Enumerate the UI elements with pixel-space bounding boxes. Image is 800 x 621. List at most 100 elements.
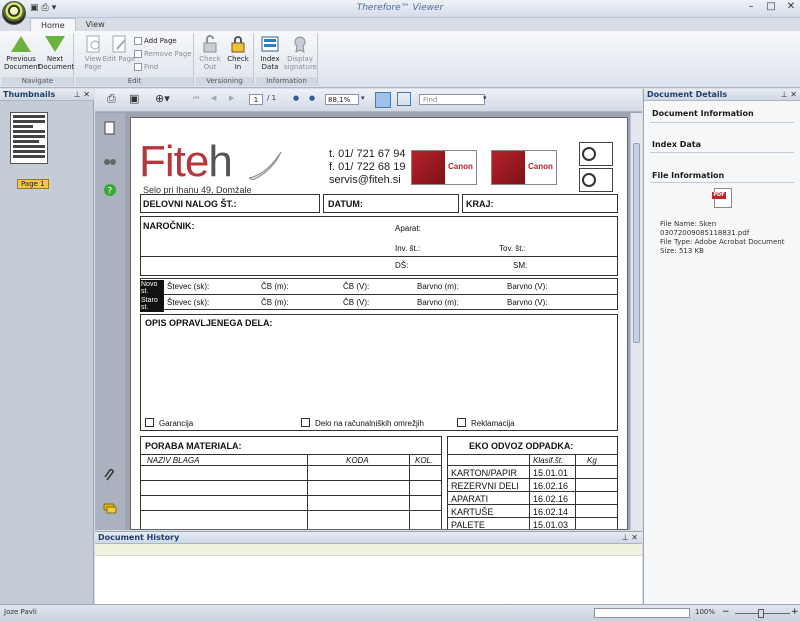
zoom-level-input[interactable]: 88,1% — [325, 94, 359, 105]
zoom-out-icon[interactable]: − — [722, 607, 730, 617]
file-name-value: 03072009085118831.pdf — [660, 229, 750, 237]
table-row: 15.01.01 — [533, 468, 569, 478]
zoom-out-icon[interactable]: ● — [293, 94, 299, 102]
page-thumbnail[interactable] — [10, 112, 48, 164]
find-input[interactable]: Find — [419, 94, 485, 105]
table-row: APARATI — [451, 494, 489, 504]
page-thumbnail-label[interactable]: Page 1 — [17, 179, 49, 189]
pin-close-icons[interactable]: ⊥ ✕ — [781, 89, 797, 101]
edit-group: View Page Edit Page Add Page Remove Page… — [76, 33, 194, 86]
view-page-icon — [86, 35, 100, 53]
check-out-button[interactable]: Check Out — [196, 35, 224, 71]
zoom-in-icon[interactable]: + — [791, 607, 799, 617]
pdf-file-icon[interactable]: PDF — [712, 188, 732, 208]
work-order-label: DELOVNI NALOG ŠT.: — [143, 199, 237, 209]
page-total: / 1 — [267, 94, 277, 102]
thumbnails-panel: Thumbnails ⊥ ✕ Page 1 — [0, 89, 94, 604]
page-curl-icon — [249, 152, 282, 180]
edit-page-icon — [112, 35, 126, 53]
iso-certificate-icon-2 — [579, 168, 613, 192]
viewer-scrollbar[interactable] — [630, 113, 642, 530]
tab-home[interactable]: Home — [30, 18, 76, 32]
document-history-panel: Document History ⊥ ✕ — [95, 531, 642, 604]
print-icon[interactable]: ⎙ — [107, 92, 116, 106]
document-history-header: Document History ⊥ ✕ — [95, 532, 642, 544]
complaint-checkbox[interactable] — [457, 418, 466, 427]
viewer-toolbar: ⎙ ▣ ⊕▾ ⏮ ◀ ▶ 1 / 1 ● ● 88,1% ▾ Find ▾ — [95, 89, 642, 112]
file-information-section[interactable]: File Information — [652, 171, 724, 180]
warranty-checkbox[interactable] — [145, 418, 154, 427]
index-data-section[interactable]: Index Data — [652, 140, 701, 149]
help-icon[interactable]: ? — [103, 183, 117, 197]
comments-icon[interactable] — [103, 501, 117, 515]
inventory-label: Inv. št.: — [395, 244, 421, 253]
next-document-button[interactable]: Next Document — [38, 35, 74, 71]
previous-page-icon[interactable]: ◀ — [211, 94, 216, 102]
attachment-icon[interactable] — [103, 468, 117, 482]
tab-view[interactable]: View — [76, 18, 115, 32]
lock-open-icon — [203, 35, 217, 53]
arrow-down-icon — [45, 36, 65, 52]
binoculars-icon[interactable] — [103, 153, 117, 167]
file-name-label: File Name: Sken — [660, 220, 717, 228]
zoom-tool-icon[interactable]: ⊕▾ — [155, 92, 170, 105]
remove-page-button[interactable]: Remove Page — [134, 50, 192, 58]
viewer-side-rail: ? — [95, 113, 125, 530]
check-in-button[interactable]: Check In — [224, 35, 252, 71]
progress-bar — [594, 608, 690, 618]
new-counter-tag: Novo st. — [140, 280, 164, 296]
fit-page-icon[interactable] — [397, 92, 411, 106]
add-page-button[interactable]: Add Page — [134, 37, 177, 45]
find-dropdown-icon[interactable]: ▾ — [483, 94, 487, 102]
app-menu-button[interactable] — [2, 1, 26, 25]
network-work-label: Delo na računalniških omrežjih — [315, 419, 424, 428]
save-icon[interactable]: ▣ — [129, 92, 139, 105]
index-data-button[interactable]: Index Data — [256, 35, 284, 71]
minimize-button[interactable]: – — [744, 1, 758, 12]
network-work-checkbox[interactable] — [301, 418, 310, 427]
zoom-slider-knob[interactable] — [758, 609, 764, 618]
window-title: Therefore™ Viewer — [356, 3, 444, 13]
canon-certified-badge: Canon — [411, 150, 477, 185]
quantity-header: KOL. — [415, 456, 434, 465]
close-button[interactable]: ✕ — [784, 1, 798, 12]
company-contacts: t. 01/ 721 67 94 f. 01/ 722 68 19 servis… — [329, 148, 406, 186]
arrow-up-icon — [11, 36, 31, 52]
next-page-icon[interactable]: ▶ — [229, 94, 234, 102]
classification-header: Klasif.št. — [533, 456, 564, 465]
remove-page-icon — [134, 50, 142, 58]
find-button[interactable]: Find — [134, 63, 158, 71]
device-label: Aparat: — [395, 224, 421, 233]
pin-close-icons[interactable]: ⊥ ✕ — [74, 89, 90, 101]
fit-width-icon[interactable] — [375, 92, 391, 108]
document-information-section[interactable]: Document Information — [652, 109, 754, 118]
customer-box — [140, 216, 618, 276]
file-size: Size: 513 KB — [660, 247, 704, 255]
warranty-label: Garancija — [159, 419, 194, 428]
lock-icon — [231, 36, 245, 53]
ribbon-tabs: Home View — [30, 18, 115, 32]
work-order-form: Fiteh Selo pri Ihanu 49, Domžale t. 01/ … — [131, 118, 627, 529]
information-group: Index Data Display signature Information — [256, 33, 318, 86]
previous-document-button[interactable]: Previous Document — [4, 35, 40, 71]
document-details-header: Document Details ⊥ ✕ — [644, 89, 800, 101]
first-page-icon[interactable]: ⏮ — [193, 94, 199, 103]
document-details-panel: Document Details ⊥ ✕ Document Informatio… — [643, 89, 800, 604]
versioning-group: Check Out Check In Versioning — [196, 33, 254, 86]
maximize-button[interactable]: □ — [764, 1, 778, 12]
group-label: Edit — [76, 77, 193, 86]
pin-close-icons[interactable]: ⊥ ✕ — [622, 532, 638, 544]
edit-page-button[interactable]: Edit Page — [102, 35, 136, 63]
group-label: Versioning — [196, 77, 253, 86]
canon-certified-badge-2: Canon — [491, 150, 557, 185]
table-row: KARTON/PAPIR — [451, 468, 518, 478]
zoom-dropdown-icon[interactable]: ▾ — [361, 94, 365, 102]
serial-label: Tov. št.: — [499, 244, 526, 253]
zoom-in-icon[interactable]: ● — [309, 94, 315, 102]
page-number-input[interactable]: 1 — [249, 94, 263, 105]
pages-icon[interactable] — [103, 121, 117, 135]
index-data-icon — [261, 36, 279, 52]
display-signature-button[interactable]: Display signature — [284, 35, 317, 71]
scrollbar-thumb[interactable] — [633, 143, 640, 343]
title-bar: ▣ ⎙ ▾ Therefore™ Viewer – □ ✕ — [0, 0, 800, 25]
